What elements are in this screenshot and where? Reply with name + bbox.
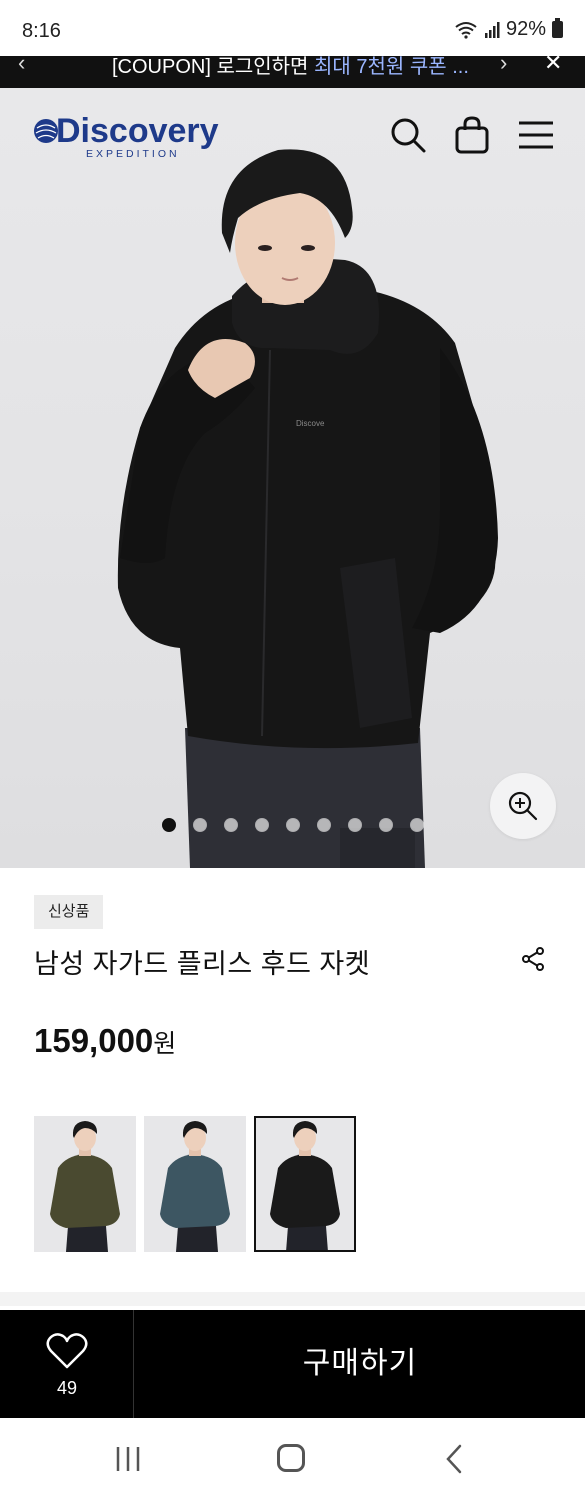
shopping-bag-icon[interactable] bbox=[453, 116, 491, 154]
back-icon[interactable] bbox=[444, 1444, 464, 1474]
wishlist-button[interactable]: 49 bbox=[0, 1310, 134, 1418]
gallery-dot[interactable] bbox=[224, 818, 238, 832]
color-swatch[interactable] bbox=[144, 1116, 246, 1252]
bottom-action-bar: 49 구매하기 bbox=[0, 1310, 585, 1418]
wifi-icon bbox=[455, 21, 477, 39]
status-bar: 8:16 92% bbox=[0, 0, 585, 58]
home-icon[interactable] bbox=[277, 1444, 305, 1472]
heart-icon bbox=[46, 1333, 88, 1369]
product-hero-image[interactable]: Discove Discovery EXPEDITION bbox=[0, 88, 585, 868]
gallery-dot[interactable] bbox=[193, 818, 207, 832]
color-swatch[interactable] bbox=[34, 1116, 136, 1252]
price-unit: 원 bbox=[153, 1030, 177, 1058]
battery-icon bbox=[552, 18, 563, 38]
battery-percent: 92% bbox=[505, 18, 546, 40]
gallery-dot[interactable] bbox=[162, 818, 176, 832]
gallery-dot[interactable] bbox=[255, 818, 269, 832]
section-divider bbox=[0, 1292, 585, 1306]
recent-apps-icon[interactable] bbox=[114, 1446, 142, 1472]
gallery-pagination[interactable] bbox=[162, 818, 424, 832]
gallery-dot[interactable] bbox=[348, 818, 362, 832]
gallery-dot[interactable] bbox=[379, 818, 393, 832]
search-icon[interactable] bbox=[389, 116, 427, 154]
color-swatch[interactable] bbox=[254, 1116, 356, 1252]
chevron-right-icon[interactable]: › bbox=[500, 56, 507, 76]
status-indicators: 92% bbox=[454, 18, 563, 41]
hamburger-menu-icon[interactable] bbox=[517, 116, 555, 154]
product-name: 남성 자가드 플리스 후드 자켓 bbox=[34, 949, 371, 979]
swatch-thumbnail bbox=[34, 1116, 136, 1252]
status-time: 8:16 bbox=[22, 20, 61, 42]
coupon-banner[interactable]: ‹ [COUPON] 로그인하면 최대 7천원 쿠폰 ... › ✕ bbox=[0, 56, 585, 88]
share-icon[interactable] bbox=[520, 946, 546, 972]
color-swatches bbox=[34, 1116, 356, 1252]
product-price: 159,000원 bbox=[34, 1022, 176, 1060]
coupon-prefix: [COUPON] 로그인하면 bbox=[112, 56, 315, 78]
new-product-badge: 신상품 bbox=[34, 895, 104, 929]
zoom-in-icon bbox=[508, 791, 538, 821]
close-icon[interactable]: ✕ bbox=[544, 56, 562, 76]
swatch-thumbnail bbox=[144, 1116, 246, 1252]
coupon-text[interactable]: [COUPON] 로그인하면 최대 7천원 쿠폰 ... bbox=[112, 56, 469, 79]
svg-text:EXPEDITION: EXPEDITION bbox=[86, 148, 180, 160]
price-value: 159,000 bbox=[34, 1022, 154, 1059]
coupon-highlight: 최대 7천원 쿠폰 ... bbox=[314, 56, 469, 78]
gallery-dot[interactable] bbox=[317, 818, 331, 832]
svg-text:Discovery: Discovery bbox=[56, 114, 219, 150]
gallery-dot[interactable] bbox=[410, 818, 424, 832]
zoom-button[interactable] bbox=[490, 773, 556, 839]
buy-button[interactable]: 구매하기 bbox=[135, 1310, 585, 1418]
gallery-dot[interactable] bbox=[286, 818, 300, 832]
product-model-photo: Discove bbox=[117, 149, 498, 868]
svg-text:Discove: Discove bbox=[296, 419, 325, 428]
chevron-left-icon[interactable]: ‹ bbox=[18, 56, 25, 76]
android-nav-bar bbox=[0, 1418, 585, 1500]
header-actions bbox=[389, 116, 555, 154]
signal-icon bbox=[484, 21, 500, 38]
wishlist-count: 49 bbox=[56, 1378, 78, 1398]
swatch-thumbnail bbox=[254, 1116, 356, 1252]
discovery-logo[interactable]: Discovery EXPEDITION bbox=[32, 114, 232, 160]
